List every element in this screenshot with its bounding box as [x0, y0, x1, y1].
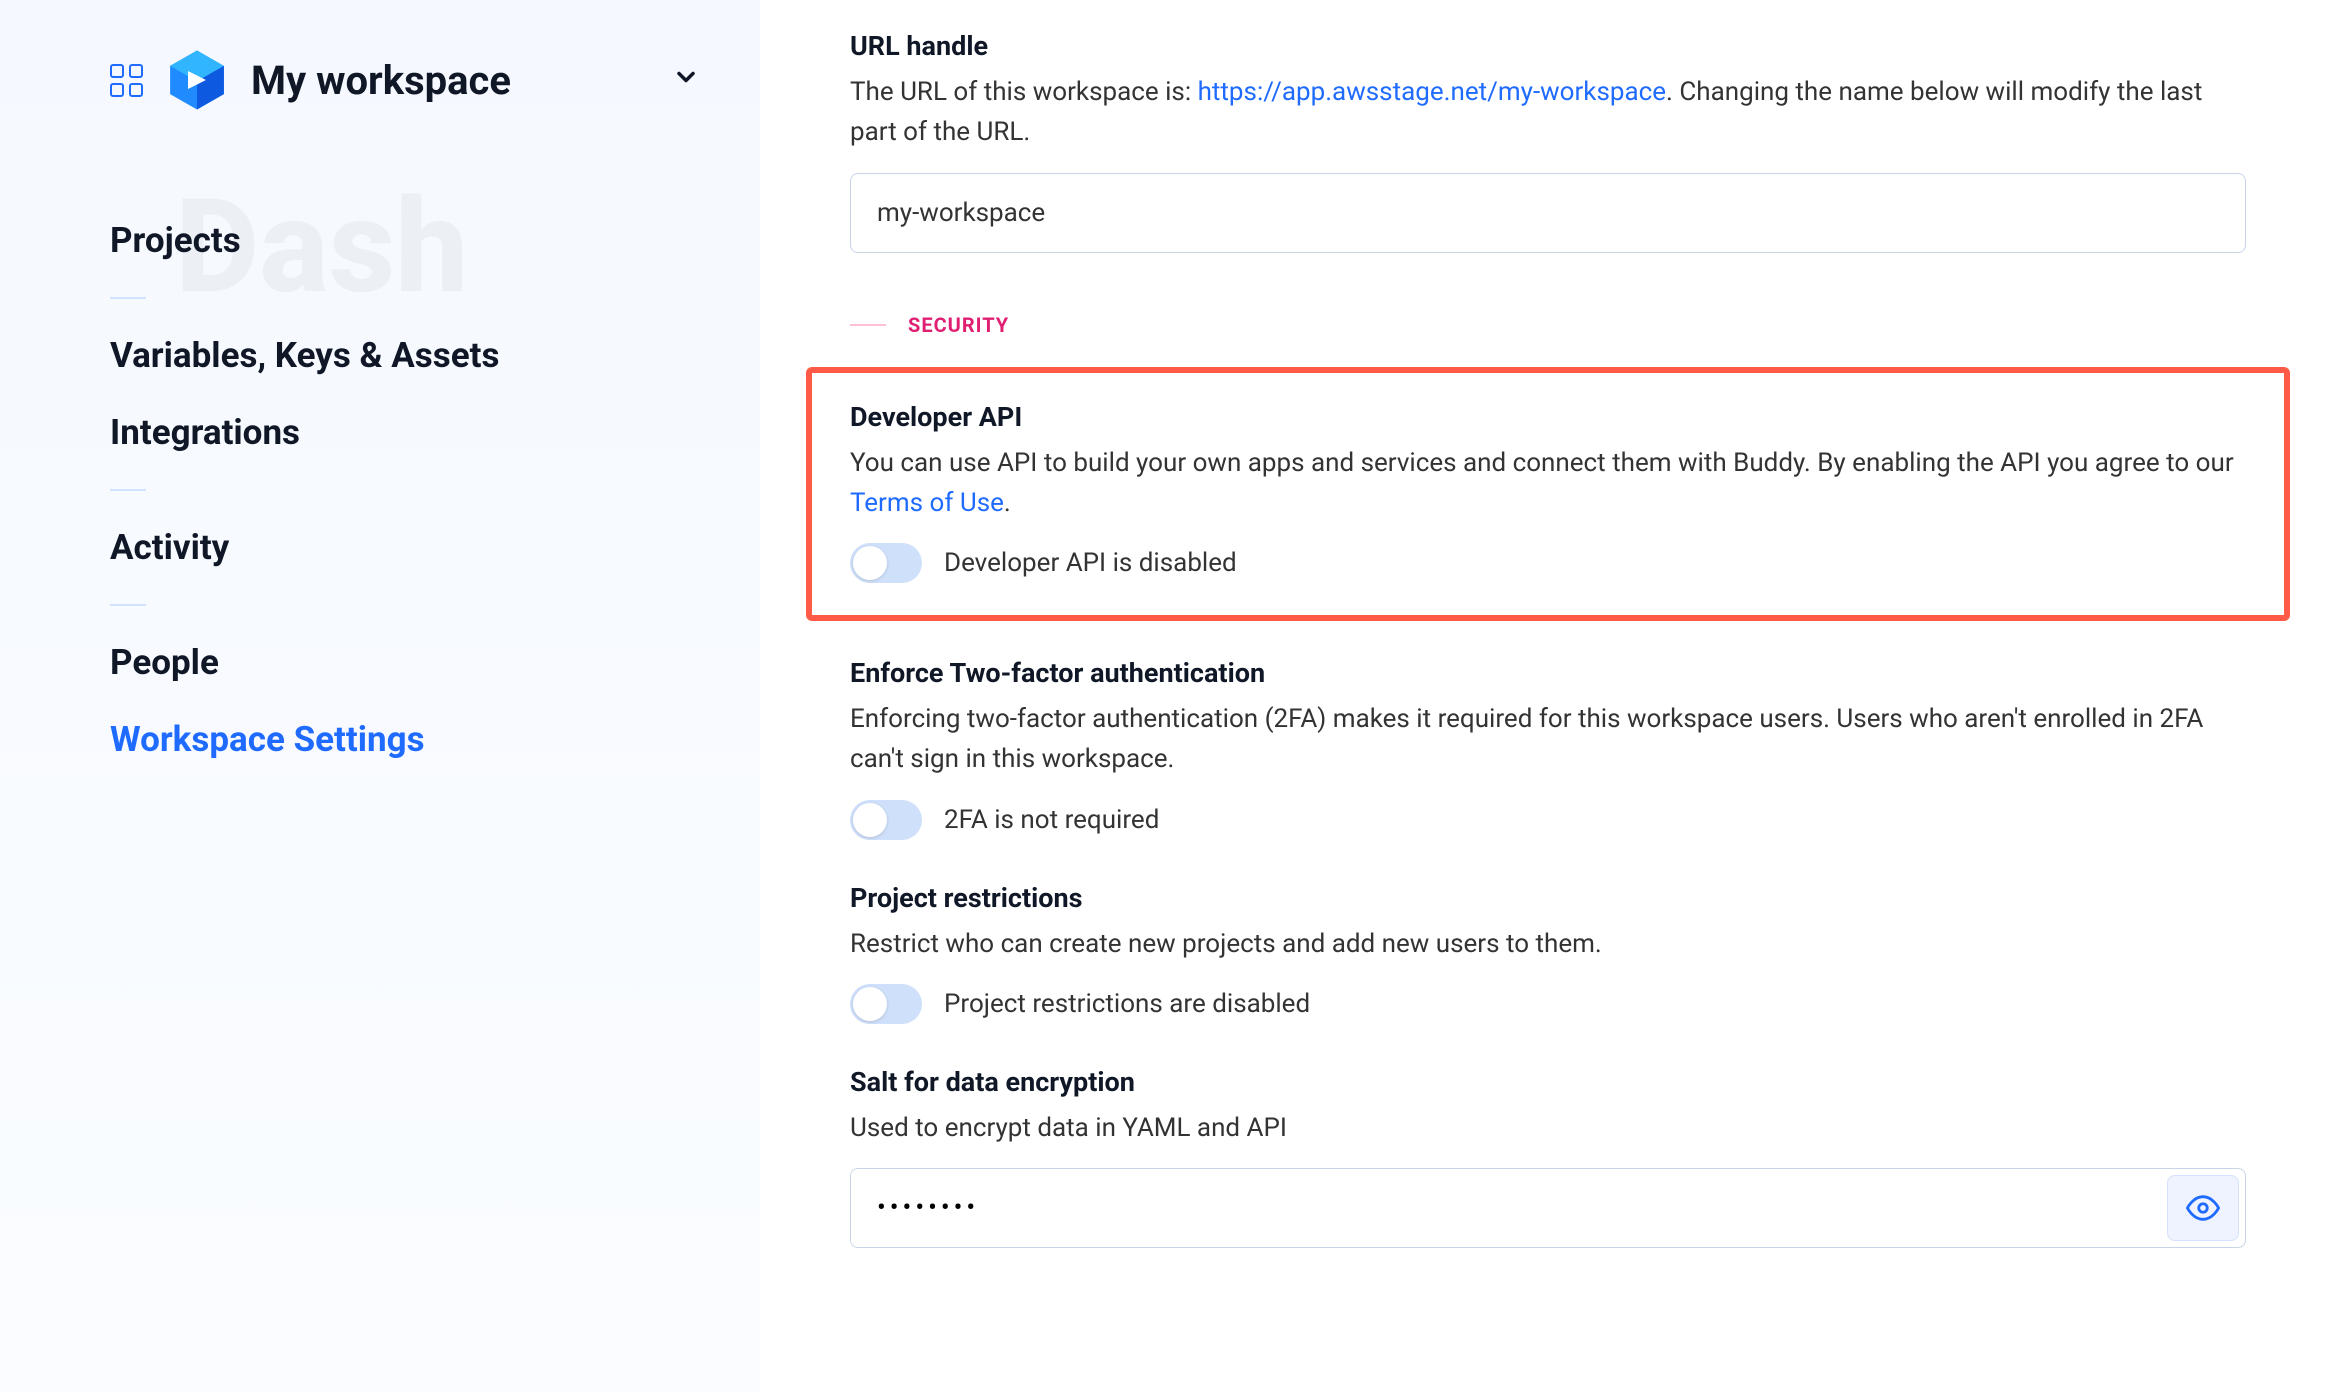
sidebar-item-workspace-settings[interactable]: Workspace Settings	[110, 701, 760, 778]
workspace-logo	[165, 48, 229, 112]
security-heading: SECURITY	[850, 313, 2246, 337]
sidebar-item-variables[interactable]: Variables, Keys & Assets	[110, 317, 760, 394]
url-handle-label: URL handle	[850, 30, 2246, 62]
sidebar-nav: Projects Variables, Keys & Assets Integr…	[110, 202, 760, 778]
developer-api-toggle-row: Developer API is disabled	[850, 543, 2246, 583]
workspace-header: My workspace	[110, 48, 760, 112]
project-restrictions-toggle[interactable]	[850, 984, 922, 1024]
project-restrictions-toggle-label: Project restrictions are disabled	[944, 989, 1310, 1019]
salt-desc: Used to encrypt data in YAML and API	[850, 1108, 2246, 1148]
enforce-2fa-section: Enforce Two-factor authentication Enforc…	[850, 657, 2246, 840]
sidebar-item-activity[interactable]: Activity	[110, 509, 760, 586]
main-content: URL handle The URL of this workspace is:…	[760, 0, 2336, 1392]
enforce-2fa-toggle-row: 2FA is not required	[850, 800, 2246, 840]
developer-api-toggle-label: Developer API is disabled	[944, 548, 1237, 578]
url-handle-input[interactable]	[850, 173, 2246, 253]
salt-label: Salt for data encryption	[850, 1066, 2246, 1098]
salt-input[interactable]	[851, 1169, 2161, 1247]
url-handle-desc: The URL of this workspace is: https://ap…	[850, 72, 2246, 153]
project-restrictions-section: Project restrictions Restrict who can cr…	[850, 882, 2246, 1024]
project-restrictions-label: Project restrictions	[850, 882, 2246, 914]
project-restrictions-desc: Restrict who can create new projects and…	[850, 924, 2246, 964]
enforce-2fa-desc: Enforcing two-factor authentication (2FA…	[850, 699, 2246, 780]
url-handle-section: URL handle The URL of this workspace is:…	[850, 30, 2246, 253]
project-restrictions-toggle-row: Project restrictions are disabled	[850, 984, 2246, 1024]
enforce-2fa-toggle-label: 2FA is not required	[944, 805, 1159, 835]
sidebar: My workspace Dash Projects Variables, Ke…	[0, 0, 760, 1392]
reveal-salt-button[interactable]	[2167, 1175, 2239, 1241]
enforce-2fa-toggle[interactable]	[850, 800, 922, 840]
salt-input-wrap	[850, 1168, 2246, 1248]
sidebar-item-integrations[interactable]: Integrations	[110, 394, 760, 471]
workspace-url-link[interactable]: https://app.awsstage.net/my-workspace	[1198, 77, 1666, 107]
chevron-down-icon[interactable]	[672, 63, 700, 98]
apps-grid-icon[interactable]	[110, 64, 143, 97]
developer-api-section: Developer API You can use API to build y…	[806, 367, 2290, 622]
workspace-title[interactable]: My workspace	[251, 57, 650, 104]
enforce-2fa-label: Enforce Two-factor authentication	[850, 657, 2246, 689]
developer-api-desc: You can use API to build your own apps a…	[850, 443, 2246, 524]
developer-api-label: Developer API	[850, 401, 2246, 433]
developer-api-toggle[interactable]	[850, 543, 922, 583]
salt-section: Salt for data encryption Used to encrypt…	[850, 1066, 2246, 1248]
eye-icon	[2186, 1191, 2220, 1225]
sidebar-item-projects[interactable]: Projects	[110, 202, 760, 279]
terms-of-use-link[interactable]: Terms of Use	[850, 488, 1004, 518]
sidebar-item-people[interactable]: People	[110, 624, 760, 701]
